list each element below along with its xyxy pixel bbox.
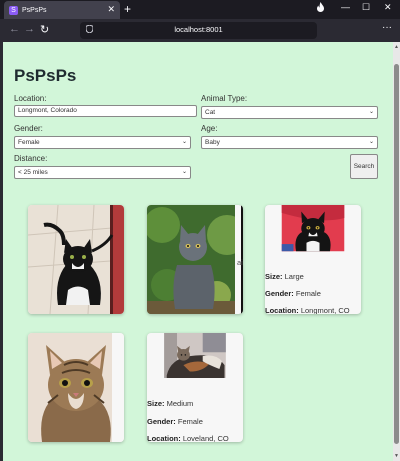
distance-select[interactable]: < 25 miles ⌄ [14,166,191,179]
reload-icon[interactable]: ↻ [40,23,49,36]
search-button[interactable]: Search [350,154,378,179]
gray-cat-photo [147,205,243,314]
gender-value: Female [295,289,321,298]
gender-label: Gender: [147,417,176,426]
gender-value: Female [177,417,203,426]
forward-icon[interactable]: → [24,23,35,35]
pet-card[interactable]: air [147,205,243,314]
scroll-up-icon[interactable]: ▲ [394,44,399,50]
chevron-down-icon: ⌄ [181,169,187,175]
animal-type-select[interactable]: Cat ⌄ [201,106,378,119]
location-label: Location: [265,306,299,314]
pet-card[interactable]: Size: Large Gender: Female Location: Lon… [265,205,361,314]
chevron-down-icon: ⌄ [368,109,374,115]
black-white-cat-photo [28,205,124,314]
age-select[interactable]: Baby ⌄ [201,136,378,149]
tab-pspsps[interactable]: S PsPsPs ✕ [4,1,120,19]
new-tab-icon[interactable]: + [124,2,131,16]
chevron-down-icon: ⌄ [181,139,187,145]
location-value: Longmont, CO [300,306,350,314]
animal-type-label: Animal Type: [201,94,248,103]
age-value: Baby [205,139,220,146]
distance-value: < 25 miles [18,169,48,176]
card-overflow-text: air [237,258,243,267]
tab-title: PsPsPs [22,6,47,14]
url-text: localhost:8001 [174,25,223,34]
page-title: PsPsPs [14,66,77,85]
close-window-icon[interactable]: ✕ [384,2,392,13]
animal-type-value: Cat [205,109,216,116]
site-favicon-icon: S [9,5,18,15]
size-label: Size: [147,399,165,408]
scroll-down-icon[interactable]: ▼ [394,453,399,459]
page-viewport: PsPsPs Location: Longmont, Colorado Anim… [3,42,393,461]
size-label: Size: [265,272,283,281]
gender-label: Gender: [14,124,43,133]
location-value: Loveland, CO [182,434,229,442]
location-label: Location: [14,94,47,103]
size-value: Large [284,272,304,281]
size-row: Size: Medium [147,399,193,408]
pet-card[interactable] [28,205,124,314]
tuxedo-cat-photo [281,205,345,252]
gender-row: Gender: Female [147,417,203,426]
navigation-bar: ← → ↻ localhost:8001 ··· [0,19,400,42]
minimize-icon[interactable]: — [341,2,350,12]
distance-label: Distance: [14,154,48,163]
menu-icon[interactable]: ··· [382,22,392,33]
url-bar[interactable]: localhost:8001 [80,22,317,39]
location-row: Location: Longmont, CO [265,306,350,314]
size-row: Size: Large [265,272,304,281]
gender-label: Gender: [265,289,294,298]
back-icon[interactable]: ← [9,23,20,35]
gender-value: Female [18,139,40,146]
location-input[interactable]: Longmont, Colorado [14,105,197,117]
browser-window: S PsPsPs ✕ + — ☐ ✕ ← → ↻ localhost:8001 … [0,0,400,461]
age-label: Age: [201,124,218,133]
calico-cat-photo [164,333,226,378]
extensions-icon[interactable] [316,2,325,14]
pet-card[interactable] [28,333,124,442]
pet-card[interactable]: Size: Medium Gender: Female Location: Lo… [147,333,243,442]
location-row: Location: Loveland, CO [147,434,229,442]
tab-strip: S PsPsPs ✕ + — ☐ ✕ [0,0,400,19]
chevron-down-icon: ⌄ [368,139,374,145]
size-value: Medium [166,399,194,408]
maximize-icon[interactable]: ☐ [362,2,370,13]
page-scrollbar[interactable]: ▲ ▼ [393,42,400,461]
location-label: Location: [147,434,181,442]
scrollbar-thumb[interactable] [394,64,399,444]
gender-row: Gender: Female [265,289,321,298]
gender-select[interactable]: Female ⌄ [14,136,191,149]
tabby-kitten-photo [28,333,124,442]
close-tab-icon[interactable]: ✕ [107,4,115,15]
